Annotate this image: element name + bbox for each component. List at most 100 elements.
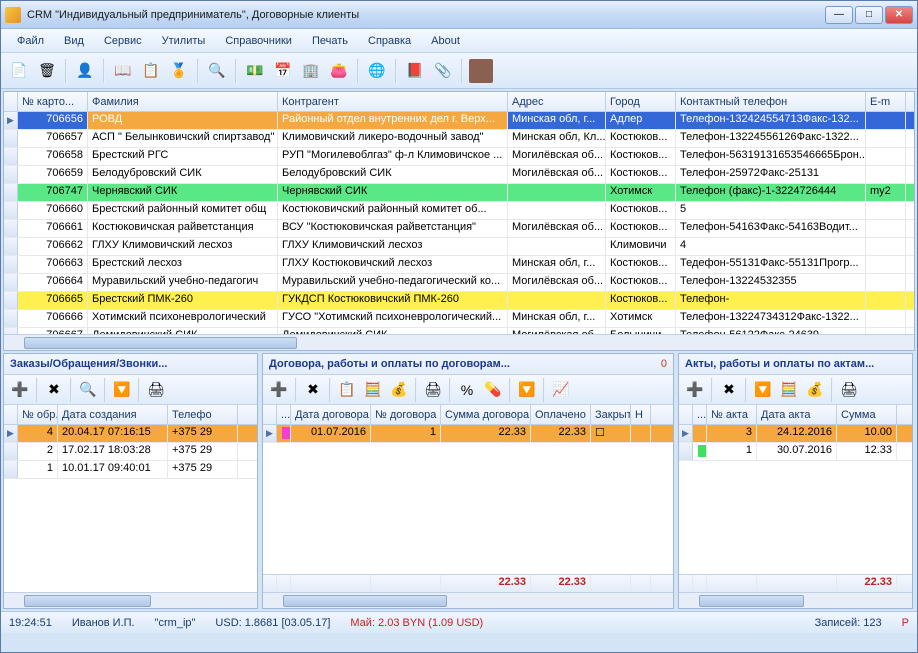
list-icon[interactable]: 📋 bbox=[335, 378, 359, 402]
contracts-footer: 22.33 22.33 bbox=[263, 574, 673, 592]
badge-icon[interactable]: 🏅 bbox=[167, 59, 191, 83]
table-row[interactable]: 706658Брестский РГСРУП "Могилевоблгаз" ф… bbox=[4, 148, 914, 166]
wallet-icon[interactable]: 👛 bbox=[327, 59, 351, 83]
acts-grid-body[interactable]: ▶324.12.201610.00130.07.201612.33 bbox=[679, 425, 912, 574]
print-icon[interactable]: 🖨 bbox=[144, 378, 168, 402]
calc-icon[interactable]: 🧮 bbox=[361, 378, 385, 402]
print-icon[interactable]: 🖨 bbox=[837, 378, 861, 402]
building-icon[interactable]: 🏢 bbox=[299, 59, 323, 83]
table-row[interactable]: 706664Муравильский учебно-педагогичМурав… bbox=[4, 274, 914, 292]
status-flag: P bbox=[902, 617, 909, 629]
globe-icon[interactable]: 🌐 bbox=[365, 59, 389, 83]
table-row[interactable]: 706657АСП " Белынковичский спиртзавод"Кл… bbox=[4, 130, 914, 148]
col-phone[interactable]: Контактный телефон bbox=[676, 92, 866, 111]
calc-icon[interactable]: 🧮 bbox=[777, 378, 801, 402]
attach-icon[interactable]: 📎 bbox=[431, 59, 455, 83]
filter-icon[interactable]: 🔽 bbox=[751, 378, 775, 402]
delete-icon[interactable]: ✖ bbox=[717, 378, 741, 402]
table-row[interactable]: 130.07.201612.33 bbox=[679, 443, 912, 461]
col-created[interactable]: Дата создания bbox=[58, 405, 168, 424]
menu-directories[interactable]: Справочники bbox=[217, 33, 300, 49]
money-icon[interactable]: 💵 bbox=[243, 59, 267, 83]
h-scrollbar[interactable] bbox=[679, 592, 912, 608]
add-client-icon[interactable]: 📄 bbox=[7, 59, 31, 83]
add-icon[interactable]: ➕ bbox=[683, 378, 707, 402]
table-row[interactable]: 706663Брестский лесхозГЛХУ Костюковичски… bbox=[4, 256, 914, 274]
menu-print[interactable]: Печать bbox=[304, 33, 356, 49]
orders-panel: Заказы/Обращения/Звонки... ➕ ✖ 🔍 🔽 🖨 № о… bbox=[3, 353, 258, 609]
money-icon[interactable]: 💰 bbox=[387, 378, 411, 402]
h-scrollbar[interactable] bbox=[4, 334, 914, 350]
menu-utilities[interactable]: Утилиты bbox=[154, 33, 214, 49]
orders-grid-body[interactable]: ▶420.04.17 07:16:15+375 29217.02.17 18:0… bbox=[4, 425, 257, 592]
filter-icon[interactable]: 🔽 bbox=[110, 378, 134, 402]
col-phone[interactable]: Телефо bbox=[168, 405, 238, 424]
table-row[interactable]: 110.01.17 09:40:01+375 29 bbox=[4, 461, 257, 479]
book2-icon[interactable]: 📕 bbox=[403, 59, 427, 83]
col-card-no[interactable]: № карто... bbox=[18, 92, 88, 111]
percent-icon[interactable]: % bbox=[455, 378, 479, 402]
contracts-title: Договора, работы и оплаты по договорам..… bbox=[269, 358, 510, 370]
book-icon[interactable]: 📖 bbox=[111, 59, 135, 83]
table-row[interactable]: 217.02.17 18:03:28+375 29 bbox=[4, 443, 257, 461]
col-order-no[interactable]: № обр... bbox=[18, 405, 58, 424]
menu-help[interactable]: Справка bbox=[360, 33, 419, 49]
col-surname[interactable]: Фамилия bbox=[88, 92, 278, 111]
col-email[interactable]: E-m bbox=[866, 92, 906, 111]
menu-view[interactable]: Вид bbox=[56, 33, 92, 49]
table-row[interactable]: ▶01.07.2016122.3322.33☐ bbox=[263, 425, 673, 443]
table-row[interactable]: 706662ГЛХУ Климовичский лесхозГЛХУ Климо… bbox=[4, 238, 914, 256]
chart-icon[interactable]: 📈 bbox=[549, 378, 573, 402]
acts-panel: Акты, работы и оплаты по актам... ➕ ✖ 🔽 … bbox=[678, 353, 913, 609]
table-row[interactable]: 706747Чернявский СИКЧернявский СИКХотимс… bbox=[4, 184, 914, 202]
menu-about[interactable]: About bbox=[423, 33, 468, 49]
indicator-col[interactable] bbox=[4, 92, 18, 111]
delete-icon[interactable]: 🗑 bbox=[35, 59, 59, 83]
filter-icon[interactable]: 🔽 bbox=[515, 378, 539, 402]
status-records: Записей: 123 bbox=[815, 617, 882, 629]
print-icon[interactable]: 🖨 bbox=[421, 378, 445, 402]
table-row[interactable]: 706661Костюковичская райветстанцияВСУ "К… bbox=[4, 220, 914, 238]
clients-grid-body[interactable]: ▶706656РОВДРайонный отдел внутренних дел… bbox=[4, 112, 914, 334]
contracts-grid-body[interactable]: ▶01.07.2016122.3322.33☐ bbox=[263, 425, 673, 574]
table-row[interactable]: 706660Брестский районный комитет общКост… bbox=[4, 202, 914, 220]
menu-service[interactable]: Сервис bbox=[96, 33, 150, 49]
clients-grid[interactable]: № карто... Фамилия Контрагент Адрес Горо… bbox=[3, 91, 915, 351]
contracts-toolbar: ➕ ✖ 📋 🧮 💰 🖨 % 💊 🔽 📈 bbox=[263, 375, 673, 405]
titlebar: CRM "Индивидуальный предприниматель", До… bbox=[1, 1, 917, 29]
user-avatar[interactable] bbox=[469, 59, 493, 83]
table-row[interactable]: 706659Белодубровский СИКБелодубровский С… bbox=[4, 166, 914, 184]
window-title: CRM "Индивидуальный предприниматель", До… bbox=[27, 9, 825, 21]
search-icon[interactable]: 🔍 bbox=[76, 378, 100, 402]
add-icon[interactable]: ➕ bbox=[8, 378, 32, 402]
contracts-panel: Договора, работы и оплаты по договорам..… bbox=[262, 353, 674, 609]
calendar-icon[interactable]: 📅 bbox=[271, 59, 295, 83]
col-counterparty[interactable]: Контрагент bbox=[278, 92, 508, 111]
search-icon[interactable]: 🔍 bbox=[205, 59, 229, 83]
maximize-button[interactable]: □ bbox=[855, 6, 883, 24]
table-row[interactable]: ▶706656РОВДРайонный отдел внутренних дел… bbox=[4, 112, 914, 130]
delete-icon[interactable]: ✖ bbox=[301, 378, 325, 402]
acts-title: Акты, работы и оплаты по актам... bbox=[685, 358, 874, 370]
h-scrollbar[interactable] bbox=[4, 592, 257, 608]
col-city[interactable]: Город bbox=[606, 92, 676, 111]
statusbar: 19:24:51 Иванов И.П. "crm_ip" USD: 1.868… bbox=[1, 611, 917, 633]
table-row[interactable]: ▶324.12.201610.00 bbox=[679, 425, 912, 443]
pill-icon[interactable]: 💊 bbox=[481, 378, 505, 402]
person-icon[interactable]: 👤 bbox=[73, 59, 97, 83]
list-icon[interactable]: 📋 bbox=[139, 59, 163, 83]
table-row[interactable]: 706665Брестский ПМК-260ГУКДСП Костюкович… bbox=[4, 292, 914, 310]
minimize-button[interactable]: — bbox=[825, 6, 853, 24]
main-toolbar: 📄 🗑 👤 📖 📋 🏅 🔍 💵 📅 🏢 👛 🌐 📕 📎 bbox=[1, 53, 917, 89]
clients-grid-header: № карто... Фамилия Контрагент Адрес Горо… bbox=[4, 92, 914, 112]
col-address[interactable]: Адрес bbox=[508, 92, 606, 111]
close-button[interactable]: ✕ bbox=[885, 6, 913, 24]
money-icon[interactable]: 💰 bbox=[803, 378, 827, 402]
delete-icon[interactable]: ✖ bbox=[42, 378, 66, 402]
h-scrollbar[interactable] bbox=[263, 592, 673, 608]
table-row[interactable]: 706666Хотимский психоневрологическийГУСО… bbox=[4, 310, 914, 328]
menu-file[interactable]: Файл bbox=[9, 33, 52, 49]
add-icon[interactable]: ➕ bbox=[267, 378, 291, 402]
status-user: Иванов И.П. bbox=[72, 617, 135, 629]
table-row[interactable]: ▶420.04.17 07:16:15+375 29 bbox=[4, 425, 257, 443]
